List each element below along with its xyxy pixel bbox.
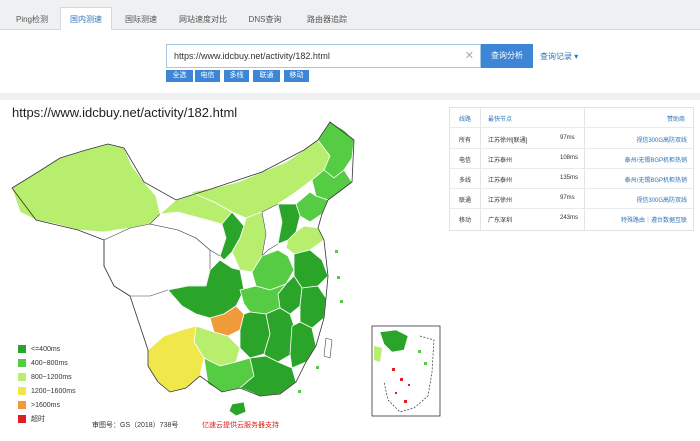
row-line: 电信 xyxy=(459,158,472,164)
table-row: 移动 广东深圳 243ms 特殊路由｜遵台数据互联 xyxy=(450,209,693,229)
map-review-number: 审图号：GS（2018）738号 xyxy=(92,422,179,429)
legend-item: >1600ms xyxy=(18,398,76,412)
row-node: 江苏徐州[联通] xyxy=(488,138,528,144)
row-line: 所有 xyxy=(459,138,472,144)
tab-site-compare[interactable]: 网站速度对比 xyxy=(172,8,234,30)
row-sponsor-link[interactable]: 泰州/无锡BGP机柜热销 xyxy=(625,155,687,164)
legend-swatch xyxy=(18,387,26,395)
table-row: 电信 江苏泰州 108ms 泰州/无锡BGP机柜热销 xyxy=(450,149,693,169)
url-input[interactable]: https://www.idcbuy.net/activity/182.html… xyxy=(166,44,481,68)
row-sponsor-link[interactable]: 视信300G高防双线 xyxy=(636,195,687,204)
table-row: 多线 江苏泰州 135ms 泰州/无锡BGP机柜热销 xyxy=(450,169,693,189)
speed-legend: <=400ms 400~800ms 800~1200ms 1200~1600ms… xyxy=(18,342,76,426)
tab-ping[interactable]: Ping检测 xyxy=(10,8,54,30)
tab-international-speed[interactable]: 国际测速 xyxy=(118,8,164,30)
tab-domestic-speed[interactable]: 国内测速 xyxy=(60,7,112,31)
region-hainan[interactable] xyxy=(228,401,247,417)
table-row: 联通 江苏徐州 97ms 视信300G高防双线 xyxy=(450,189,693,209)
region-taiwan xyxy=(323,337,333,359)
legend-item: 400~800ms xyxy=(18,356,76,370)
region-fujian[interactable] xyxy=(289,321,317,369)
header-sponsor: 赞助商 xyxy=(666,117,685,123)
row-line: 联通 xyxy=(459,198,472,204)
region-jiangsu[interactable] xyxy=(293,249,329,289)
legend-label: 800~1200ms xyxy=(31,373,72,381)
legend-swatch xyxy=(18,401,26,409)
legend-label: 1200~1600ms xyxy=(31,387,76,395)
search-panel: https://www.idcbuy.net/activity/182.html… xyxy=(0,30,700,93)
row-node: 江苏泰州 xyxy=(488,158,513,164)
tab-bar: Ping检测 国内测速 国际测速 网站速度对比 DNS查询 路由器追踪 xyxy=(0,0,700,31)
legend-swatch xyxy=(18,359,26,367)
row-ms: 97ms xyxy=(560,195,575,201)
region-zhejiang[interactable] xyxy=(299,285,327,329)
row-node: 广东深圳 xyxy=(488,218,513,224)
clear-icon[interactable]: ✕ xyxy=(465,49,474,62)
results-table: 线路 最快节点 赞助商 所有 江苏徐州[联通] 97ms 视信300G高防双线 … xyxy=(449,107,694,231)
filter-all[interactable]: 全选 xyxy=(166,70,193,82)
table-header: 线路 最快节点 赞助商 xyxy=(450,108,693,128)
row-ms: 97ms xyxy=(560,135,575,141)
row-ms: 135ms xyxy=(560,175,579,181)
filter-unicom[interactable]: 联通 xyxy=(253,70,280,82)
row-sponsor-link[interactable]: 特殊路由｜遵台数据互联 xyxy=(621,215,687,224)
legend-swatch xyxy=(18,415,26,423)
legend-item: 超时 xyxy=(18,412,76,426)
row-sponsor-link[interactable]: 视信300G高防双线 xyxy=(636,135,687,144)
header-line: 线路 xyxy=(459,117,472,123)
row-ms: 108ms xyxy=(560,155,579,161)
url-input-value[interactable]: https://www.idcbuy.net/activity/182.html xyxy=(174,51,330,61)
query-button[interactable]: 查询分析 xyxy=(481,44,533,68)
filter-mobile[interactable]: 移动 xyxy=(284,70,309,82)
tab-dns[interactable]: DNS查询 xyxy=(240,8,290,30)
row-line: 移动 xyxy=(459,218,472,224)
filter-multiline[interactable]: 多线 xyxy=(224,70,249,82)
legend-swatch xyxy=(18,345,26,353)
table-row: 所有 江苏徐州[联通] 97ms 视信300G高防双线 xyxy=(450,129,693,149)
sponsor-link[interactable]: 亿速云提供云服务器支持 xyxy=(202,420,279,430)
legend-label: <=400ms xyxy=(31,345,61,353)
south-china-sea-inset xyxy=(371,325,441,417)
history-dropdown[interactable]: 查询记录 ▾ xyxy=(540,51,578,62)
row-ms: 243ms xyxy=(560,215,579,221)
row-node: 江苏泰州 xyxy=(488,178,513,184)
legend-swatch xyxy=(18,373,26,381)
row-sponsor-link[interactable]: 泰州/无锡BGP机柜热销 xyxy=(625,175,687,184)
region-xinjiang[interactable] xyxy=(11,143,161,233)
header-node: 最快节点 xyxy=(488,117,513,123)
row-node: 江苏徐州 xyxy=(488,198,513,204)
region-shanxi xyxy=(261,203,283,257)
legend-item: 1200~1600ms xyxy=(18,384,76,398)
legend-item: 800~1200ms xyxy=(18,370,76,384)
legend-label: >1600ms xyxy=(31,401,60,409)
legend-item: <=400ms xyxy=(18,342,76,356)
legend-label: 400~800ms xyxy=(31,359,68,367)
filter-telecom[interactable]: 电信 xyxy=(195,70,220,82)
legend-label: 超时 xyxy=(31,416,45,423)
row-line: 多线 xyxy=(459,178,472,184)
tab-traceroute[interactable]: 路由器追踪 xyxy=(298,8,356,30)
